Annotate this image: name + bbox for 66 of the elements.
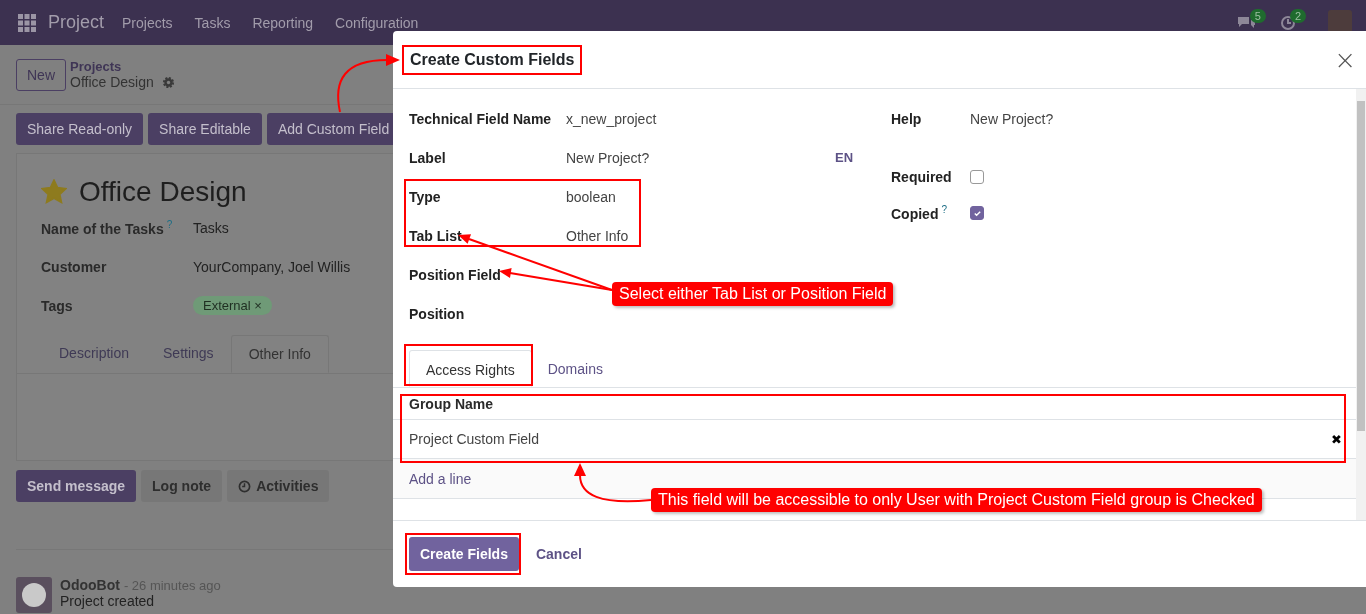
tag-chip[interactable]: External ×	[193, 296, 272, 315]
notebook-tab[interactable]: Domains	[531, 350, 619, 387]
field-label: Customer	[41, 258, 107, 275]
field-value[interactable]: Tasks	[193, 219, 229, 236]
record-title: Office Design	[79, 176, 247, 208]
notification-badge: 5	[1249, 8, 1266, 23]
clock-icon[interactable]	[1279, 14, 1296, 31]
notebook-tab[interactable]: Settings	[146, 335, 231, 373]
message-body: Project created	[60, 593, 155, 609]
chatter-button[interactable]: Log note	[141, 470, 223, 502]
annotation-callout: Select either Tab List or Position Field	[612, 282, 894, 306]
field-label: Label	[409, 149, 447, 166]
checkbox[interactable]	[970, 206, 984, 220]
field-value[interactable]: Other Info	[566, 227, 835, 244]
menu-item[interactable]: Projects	[122, 14, 173, 31]
column-header: Group Name	[409, 395, 493, 412]
annotation-arrow	[337, 54, 400, 113]
notebook-tab[interactable]: Description	[42, 335, 147, 373]
dialog-title: Create Custom Fields	[410, 50, 575, 68]
field-label: Position Field	[409, 266, 502, 283]
field-label: Type	[409, 188, 442, 205]
menu-item[interactable]: Reporting	[252, 14, 314, 31]
notification-badge: 2	[1289, 8, 1306, 23]
dialog-button[interactable]: Cancel	[524, 537, 593, 571]
field-value[interactable]: x_new_project	[566, 110, 835, 127]
table-cell: Project Custom Field	[409, 431, 539, 447]
action-button[interactable]: Share Editable	[148, 113, 262, 145]
close-button[interactable]: ×	[1326, 44, 1364, 75]
field-label: Copied	[891, 205, 939, 222]
annotation-callout: This field will be accessible to only User with Project Custom Field group is Checked	[651, 488, 1262, 512]
clock-icon	[238, 479, 252, 493]
gear-icon[interactable]	[161, 75, 175, 89]
add-line-link[interactable]: Add a line	[409, 470, 472, 487]
delete-button[interactable]: ✖	[1327, 431, 1346, 447]
field-label: Help	[891, 110, 922, 127]
menu-item[interactable]: Configuration	[335, 14, 419, 31]
language-button[interactable]: EN	[835, 150, 854, 165]
checkmark-icon	[972, 208, 982, 218]
field-value[interactable]: YourCompany, Joel Willis	[193, 258, 351, 275]
message-author: OdooBot	[60, 577, 120, 593]
field-label: Position	[409, 305, 466, 322]
field-value[interactable]: New Project?	[970, 110, 1054, 127]
field-label: Tab List	[409, 227, 463, 244]
field-label: Technical Field Name	[409, 110, 553, 127]
breadcrumb-link[interactable]: Projects	[70, 59, 175, 74]
chatter-button[interactable]: Activities	[227, 470, 330, 502]
dialog-button[interactable]: Create Fields	[409, 537, 519, 571]
chatter-button[interactable]: Send message	[16, 470, 137, 502]
breadcrumb-current: Office Design	[70, 74, 154, 90]
notebook-tab[interactable]: Access Rights	[409, 350, 532, 387]
checkbox[interactable]	[970, 170, 984, 184]
field-value[interactable]: boolean	[566, 188, 835, 205]
help-tooltip-mark[interactable]: ?	[941, 204, 947, 216]
field-label: Name of the Tasks	[41, 220, 164, 237]
app-name[interactable]: Project	[48, 12, 105, 33]
new-button[interactable]: New	[16, 58, 66, 91]
scrollbar[interactable]	[1356, 89, 1366, 520]
menu-item[interactable]: Tasks	[194, 14, 231, 31]
apps-menu-icon[interactable]	[18, 13, 36, 32]
action-button[interactable]: Share Read-only	[16, 113, 144, 145]
bot-avatar	[16, 577, 52, 613]
field-label: Tags	[41, 297, 73, 314]
star-icon[interactable]	[41, 179, 67, 205]
notebook-tab[interactable]: Other Info	[230, 335, 329, 373]
field-label: Required	[891, 169, 952, 185]
field-value[interactable]: New Project?	[566, 149, 835, 166]
